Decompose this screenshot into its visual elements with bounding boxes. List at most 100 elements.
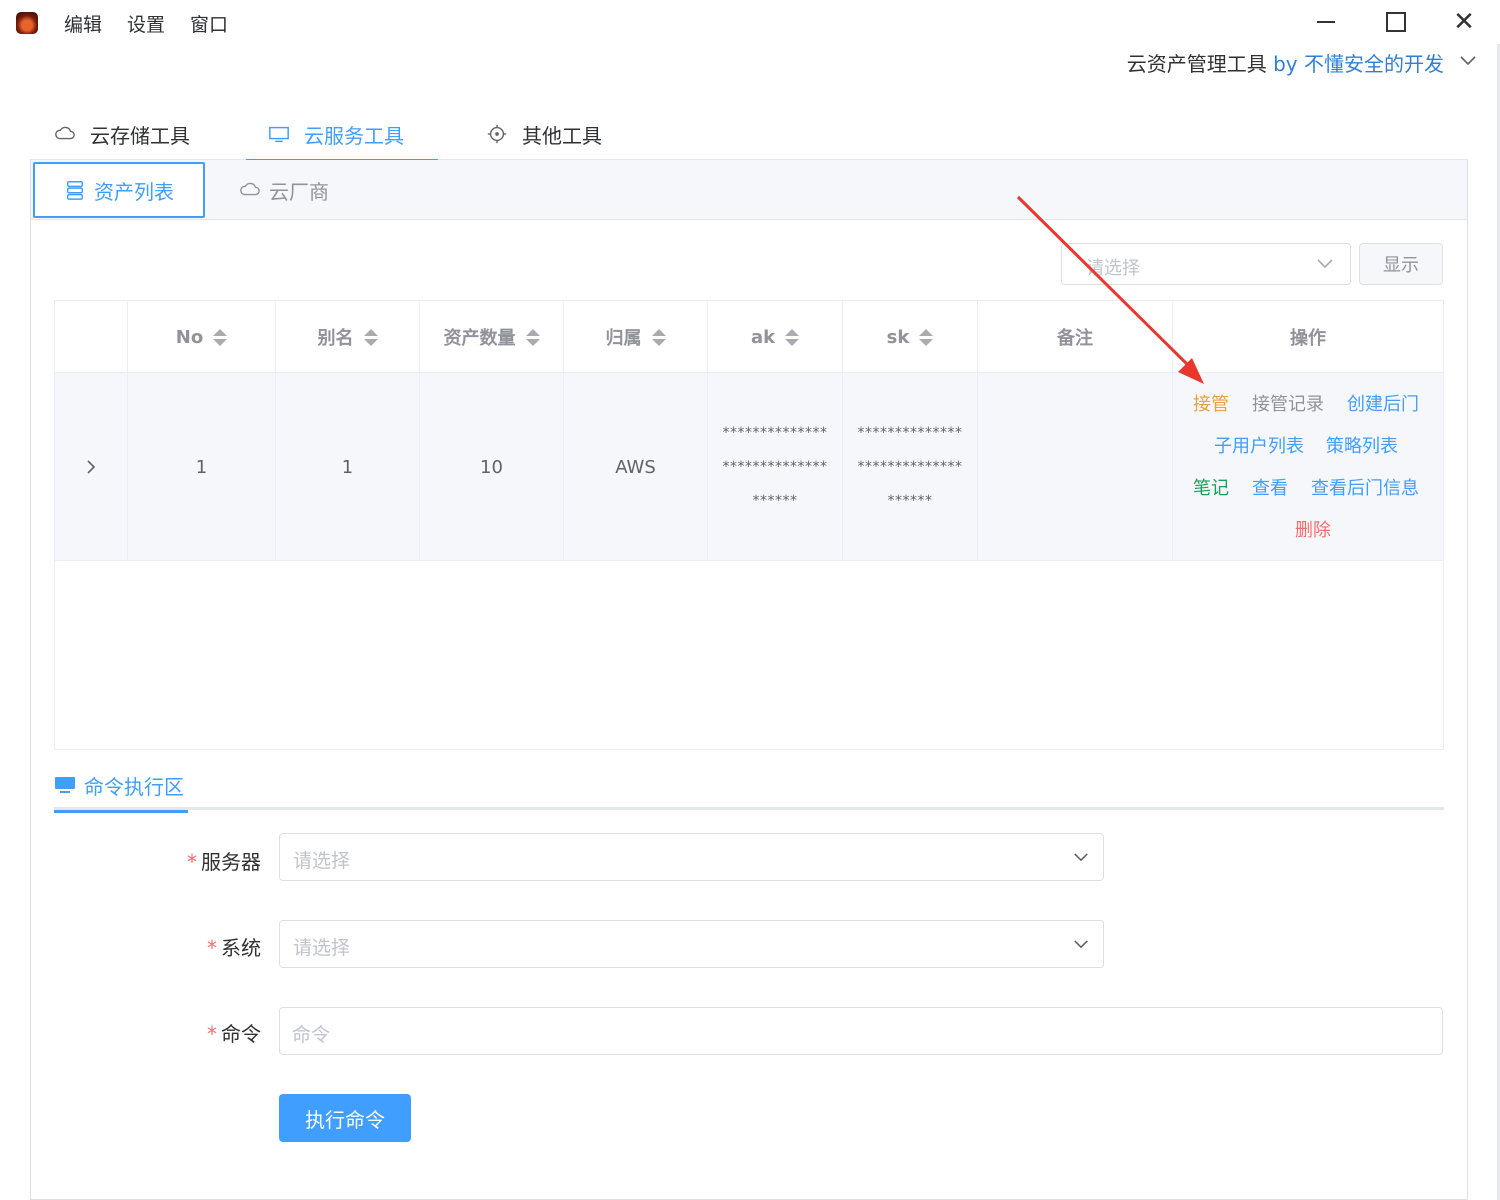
table-row: 1 1 10 AWS ************** **************… [55,373,1443,561]
cell-sk: ************** ************** ****** [843,373,978,561]
column-ak[interactable]: ak [708,301,843,373]
column-alias[interactable]: 别名 [276,301,420,373]
column-asset-count[interactable]: 资产数量 [420,301,564,373]
app-icon [16,12,38,34]
cloud-icon [240,182,260,196]
column-no[interactable]: No [128,301,276,373]
cell-owner: AWS [564,373,708,561]
database-icon [66,181,84,200]
required-marker: * [207,1022,217,1046]
cell-no: 1 [128,373,276,561]
system-label: * 系统 [207,932,261,961]
tab-label: 命令执行区 [84,774,184,799]
monitor-icon [269,126,289,143]
sort-icon[interactable] [363,328,378,346]
tab-label: 云存储工具 [90,123,190,148]
monitor-icon [55,777,75,793]
tab-label: 其他工具 [522,123,602,148]
system-select[interactable]: 请选择 [279,920,1104,968]
column-label: sk [886,326,910,348]
cell-note [978,373,1173,561]
chevron-down-icon[interactable] [1458,54,1478,68]
title-bar: 编辑 设置 窗口 ✕ [0,0,1500,44]
tab-label: 云服务工具 [304,123,404,148]
takeover-link[interactable]: 接管 [1193,390,1229,416]
column-actions: 操作 [1173,301,1443,373]
sort-icon[interactable] [785,328,800,346]
masked-line: ****** [752,493,798,509]
view-link[interactable]: 查看 [1252,474,1288,500]
asset-filter-select[interactable]: 请选择 [1061,243,1351,285]
masked-line: ************** [857,459,963,475]
server-label: * 服务器 [187,846,261,875]
sort-icon[interactable] [919,328,934,346]
tab-other-tools[interactable]: 其他工具 [486,108,602,160]
expand-cell[interactable] [55,373,128,561]
column-label: 别名 [317,328,354,349]
column-label: 归属 [605,328,642,349]
tab-command-area[interactable]: 命令执行区 [54,760,188,813]
cell-actions: 接管 接管记录 创建后门 子用户列表 策略列表 笔记 查看 查看后门信息 删除 [1173,373,1443,561]
target-icon [487,124,507,144]
column-sk[interactable]: sk [843,301,978,373]
minimize-button[interactable] [1306,8,1346,36]
menu-edit[interactable]: 编辑 [64,10,102,37]
main-card: 资产列表 云厂商 请选择 显示 No 别名 资产数量 归属 ak sk 备注 操… [30,160,1468,1200]
column-label: No [175,326,204,348]
cell-alias: 1 [276,373,420,561]
tab-cloud-service[interactable]: 云服务工具 [246,108,438,162]
select-placeholder: 请选择 [293,937,351,959]
policy-list-link[interactable]: 策略列表 [1326,432,1398,458]
masked-line: ************** [722,425,828,441]
sort-icon[interactable] [525,328,540,346]
column-owner[interactable]: 归属 [564,301,708,373]
cell-ak: ************** ************** ****** [708,373,843,561]
command-tabs: 命令执行区 [54,760,1444,813]
field-label: 命令 [221,1022,261,1046]
command-input[interactable]: 命令 [279,1007,1443,1055]
input-placeholder: 命令 [292,1024,331,1046]
tab-cloud-storage[interactable]: 云存储工具 [54,108,190,160]
chevron-right-icon[interactable] [85,458,97,476]
masked-line: ****** [887,493,933,509]
field-label: 服务器 [201,850,261,874]
column-label: 操作 [1290,328,1326,349]
server-select[interactable]: 请选择 [279,833,1104,881]
sort-icon[interactable] [213,328,228,346]
tab-asset-list[interactable]: 资产列表 [33,162,205,218]
menu-settings[interactable]: 设置 [127,10,165,37]
select-placeholder: 请选择 [293,850,351,872]
tab-label: 资产列表 [94,179,174,204]
required-marker: * [187,850,197,874]
create-backdoor-link[interactable]: 创建后门 [1347,390,1419,416]
cloud-icon [55,126,75,140]
sub-users-link[interactable]: 子用户列表 [1214,432,1304,458]
sort-icon[interactable] [651,328,666,346]
asset-table: No 别名 资产数量 归属 ak sk 备注 操作 1 1 10 AWS ***… [54,300,1444,750]
column-label: 备注 [1057,328,1093,349]
chevron-down-icon [1074,853,1088,862]
maximize-button[interactable] [1376,8,1416,36]
view-backdoor-info-link[interactable]: 查看后门信息 [1311,474,1419,500]
menu-window[interactable]: 窗口 [190,10,228,37]
masked-line: ************** [722,459,828,475]
field-label: 系统 [221,936,261,960]
column-note: 备注 [978,301,1173,373]
show-button[interactable]: 显示 [1359,243,1443,285]
command-label: * 命令 [207,1018,261,1047]
notes-link[interactable]: 笔记 [1193,474,1229,500]
execute-command-button[interactable]: 执行命令 [279,1094,411,1142]
brand-by: by 不懂安全的开发 [1273,52,1444,76]
cell-asset-count: 10 [420,373,564,561]
top-tabs: 云存储工具 云服务工具 其他工具 [30,108,1468,162]
brand-name: 云资产管理工具 [1126,52,1267,76]
close-button[interactable]: ✕ [1444,8,1484,36]
delete-link[interactable]: 删除 [1295,516,1331,542]
tab-cloud-vendor[interactable]: 云厂商 [225,162,343,218]
tab-label: 云厂商 [269,179,329,204]
chevron-down-icon [1317,259,1333,269]
sub-tabs: 资产列表 云厂商 [31,160,1467,220]
takeover-history-link[interactable]: 接管记录 [1252,390,1324,416]
table-header: No 别名 资产数量 归属 ak sk 备注 操作 [55,301,1443,373]
required-marker: * [207,936,217,960]
